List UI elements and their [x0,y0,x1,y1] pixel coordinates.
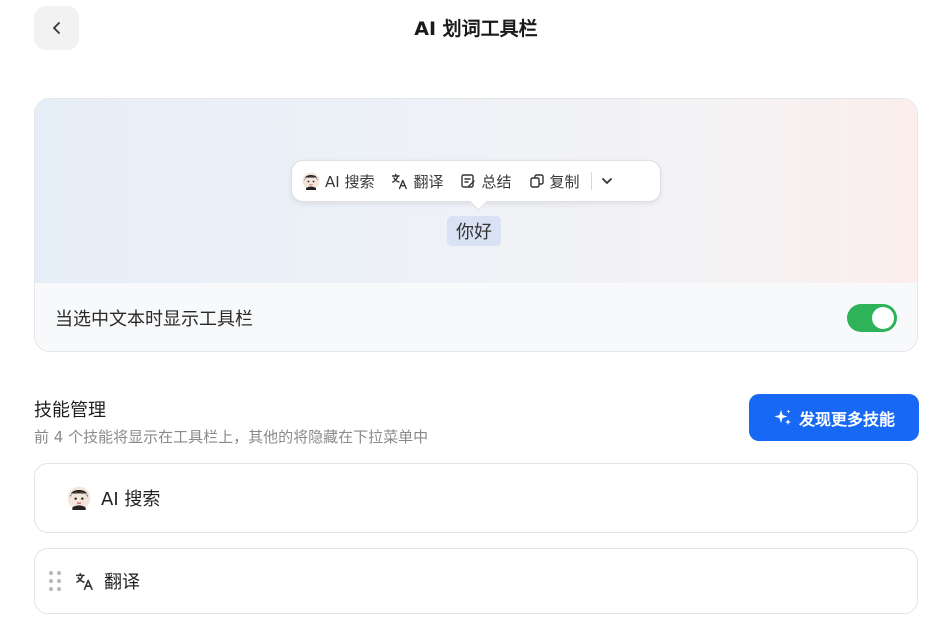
sparkle-icon [774,409,791,425]
skill-label: 翻译 [104,572,140,593]
toolbar-item-copy[interactable]: 复制 [529,171,580,192]
toolbar-item-label: 总结 [481,172,512,191]
page-title: AI 划词工具栏 [414,18,538,40]
preview-area: AI 搜索 翻译 总结 复制 你好 [35,99,917,283]
show-toolbar-setting-row: 当选中文本时显示工具栏 [35,283,917,351]
toolbar-item-label: 复制 [549,172,580,191]
toolbar-item-summary[interactable]: 总结 [460,171,512,192]
toolbar-item-translate[interactable]: 翻译 [391,171,443,192]
toolbar-item-label: AI 搜索 [325,172,375,191]
section-title: 技能管理 [34,400,106,421]
setting-label: 当选中文本时显示工具栏 [55,309,253,330]
ai-avatar-icon [302,172,320,190]
section-description: 前 4 个技能将显示在工具栏上，其他的将隐藏在下拉菜单中 [34,428,429,446]
skill-item-translate[interactable]: 翻译 [34,548,918,614]
preview-card: AI 搜索 翻译 总结 复制 你好 当选中文本时显示工具栏 [34,98,918,352]
toolbar-divider [590,172,592,190]
chevron-down-icon [601,178,612,184]
summary-icon [461,174,476,188]
toggle-knob [872,307,894,329]
ai-toolbar-settings-page: AI 划词工具栏 AI 搜索 翻译 总结 复制 你好 当选中文本时显示工具栏 技… [0,0,952,618]
selected-text-sample: 你好 [447,216,501,246]
translate-icon [75,572,93,590]
copy-icon [529,174,544,188]
skill-label: AI 搜索 [101,489,161,510]
discover-button-label: 发现更多技能 [798,409,895,429]
toolbar-more-button[interactable] [600,174,614,188]
skill-item-ai-search[interactable]: AI 搜索 [34,463,918,533]
selection-toolbar: AI 搜索 翻译 总结 复制 [291,160,661,202]
toolbar-item-label: 翻译 [413,172,444,191]
translate-icon [392,173,408,189]
toolbar-item-ai-search[interactable]: AI 搜索 [302,171,374,192]
ai-avatar-icon [67,486,91,510]
drag-handle-icon[interactable] [49,571,61,591]
show-toolbar-toggle[interactable] [847,304,897,332]
discover-more-skills-button[interactable]: 发现更多技能 [749,394,919,441]
